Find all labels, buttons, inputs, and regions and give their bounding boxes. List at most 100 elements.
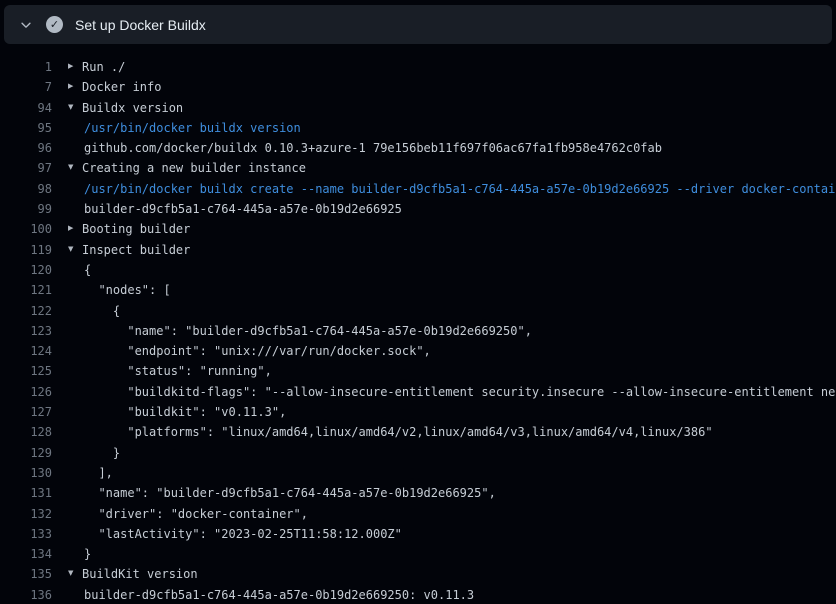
group-expanded-icon[interactable]: ▼ [68,239,78,259]
log-group-row[interactable]: 119 ▼Inspect builder [0,240,836,260]
log-group-row[interactable]: 94 ▼Buildx version [0,98,836,118]
log-row: 120 { [0,260,836,280]
log-row: 133 "lastActivity": "2023-02-25T11:58:12… [0,524,836,544]
line-number-link[interactable]: 136 [0,585,52,604]
log-line-content: { [68,301,120,321]
log-line-content: } [68,443,120,463]
line-number-link[interactable]: 127 [0,402,52,422]
log-line-content: "name": "builder-d9cfb5a1-c764-445a-a57e… [68,483,496,503]
log-line-content: "lastActivity": "2023-02-25T11:58:12.000… [68,524,402,544]
log-line-content: ▼Creating a new builder instance [68,158,306,178]
log-line-content: ▶Booting builder [68,219,190,239]
log-row: 132 "driver": "docker-container", [0,504,836,524]
log-line-content: "driver": "docker-container", [68,504,308,524]
log-text: "lastActivity": "2023-02-25T11:58:12.000… [84,524,402,544]
group-collapsed-icon[interactable]: ▶ [68,57,78,77]
line-number-link[interactable]: 120 [0,260,52,280]
log-text: "driver": "docker-container", [84,504,308,524]
log-group-row[interactable]: 135 ▼BuildKit version [0,564,836,584]
log-row: 126 "buildkitd-flags": "--allow-insecure… [0,382,836,402]
log-text: "name": "builder-d9cfb5a1-c764-445a-a57e… [84,321,532,341]
line-number-link[interactable]: 135 [0,564,52,584]
line-number-link[interactable]: 123 [0,321,52,341]
log-row: 125 "status": "running", [0,361,836,381]
log-line-content: /usr/bin/docker buildx version [68,118,301,138]
chevron-down-icon[interactable] [18,17,34,33]
line-number-link[interactable]: 131 [0,483,52,503]
line-number-link[interactable]: 130 [0,463,52,483]
log-line-content: { [68,260,91,280]
log-group-row[interactable]: 100 ▶Booting builder [0,219,836,239]
log-line-content: builder-d9cfb5a1-c764-445a-a57e-0b19d2e6… [68,585,474,604]
line-number-link[interactable]: 134 [0,544,52,564]
log-text: } [84,443,120,463]
log-group-row[interactable]: 97 ▼Creating a new builder instance [0,158,836,178]
log-line-content: github.com/docker/buildx 0.10.3+azure-1 … [68,138,662,158]
log-row: 96 github.com/docker/buildx 0.10.3+azure-… [0,138,836,158]
log-line-content: "platforms": "linux/amd64,linux/amd64/v2… [68,422,713,442]
group-expanded-icon[interactable]: ▼ [68,97,78,117]
log-line-content: builder-d9cfb5a1-c764-445a-a57e-0b19d2e6… [68,199,402,219]
log-text: Buildx version [82,98,183,118]
log-group-row[interactable]: 7 ▶Docker info [0,77,836,97]
log-text: BuildKit version [82,564,198,584]
log-text: } [84,544,91,564]
group-collapsed-icon[interactable]: ▶ [68,77,78,97]
line-number-link[interactable]: 97 [0,158,52,178]
log-line-content: ▶Run ./ [68,57,125,77]
log-line-content: "buildkitd-flags": "--allow-insecure-ent… [68,382,836,402]
log-line-content: "buildkit": "v0.11.3", [68,402,286,422]
log-text: { [84,301,120,321]
log-row: 98/usr/bin/docker buildx create --name b… [0,179,836,199]
log-text: ], [84,463,113,483]
group-expanded-icon[interactable]: ▼ [68,564,78,584]
log-group-row[interactable]: 1 ▶Run ./ [0,57,836,77]
group-collapsed-icon[interactable]: ▶ [68,219,78,239]
line-number-link[interactable]: 94 [0,98,52,118]
log-row: 121 "nodes": [ [0,280,836,300]
line-number-link[interactable]: 133 [0,524,52,544]
line-number-link[interactable]: 124 [0,341,52,361]
log-text: "platforms": "linux/amd64,linux/amd64/v2… [84,422,713,442]
line-number-link[interactable]: 126 [0,382,52,402]
log-line-content: "endpoint": "unix:///var/run/docker.sock… [68,341,431,361]
group-expanded-icon[interactable]: ▼ [68,158,78,178]
line-number-link[interactable]: 99 [0,199,52,219]
log-row: 99 builder-d9cfb5a1-c764-445a-a57e-0b19d2… [0,199,836,219]
log-text: "nodes": [ [84,280,171,300]
log-line-content: ▼BuildKit version [68,564,198,584]
line-number-link[interactable]: 128 [0,422,52,442]
line-number-link[interactable]: 7 [0,77,52,97]
line-number-link[interactable]: 121 [0,280,52,300]
log-row: 123 "name": "builder-d9cfb5a1-c764-445a-… [0,321,836,341]
log-text: "status": "running", [84,361,272,381]
line-number-link[interactable]: 125 [0,361,52,381]
log-row: 128 "platforms": "linux/amd64,linux/amd6… [0,422,836,442]
log-row: 127 "buildkit": "v0.11.3", [0,402,836,422]
log-text: "buildkitd-flags": "--allow-insecure-ent… [84,382,836,402]
log-row: 136 builder-d9cfb5a1-c764-445a-a57e-0b19d… [0,585,836,604]
log-text: Booting builder [82,219,190,239]
log-row: 130 ], [0,463,836,483]
log-row: 129 } [0,443,836,463]
log-text: "endpoint": "unix:///var/run/docker.sock… [84,341,431,361]
log-text: builder-d9cfb5a1-c764-445a-a57e-0b19d2e6… [84,585,474,604]
log-text: { [84,260,91,280]
log-text: Inspect builder [82,240,190,260]
log-text: github.com/docker/buildx 0.10.3+azure-1 … [84,138,662,158]
step-header[interactable]: ✓ Set up Docker Buildx [4,5,832,44]
line-number-link[interactable]: 129 [0,443,52,463]
line-number-link[interactable]: 96 [0,138,52,158]
line-number-link[interactable]: 119 [0,240,52,260]
line-number-link[interactable]: 122 [0,301,52,321]
log-line-content: ▼Buildx version [68,98,183,118]
line-number-link[interactable]: 132 [0,504,52,524]
log-text: Docker info [82,77,161,97]
line-number-link[interactable]: 100 [0,219,52,239]
line-number-link[interactable]: 95 [0,118,52,138]
line-number-link[interactable]: 98 [0,179,52,199]
line-number-link[interactable]: 1 [0,57,52,77]
log-row: 124 "endpoint": "unix:///var/run/docker.… [0,341,836,361]
log-line-content: "nodes": [ [68,280,171,300]
step-title: Set up Docker Buildx [75,17,206,33]
